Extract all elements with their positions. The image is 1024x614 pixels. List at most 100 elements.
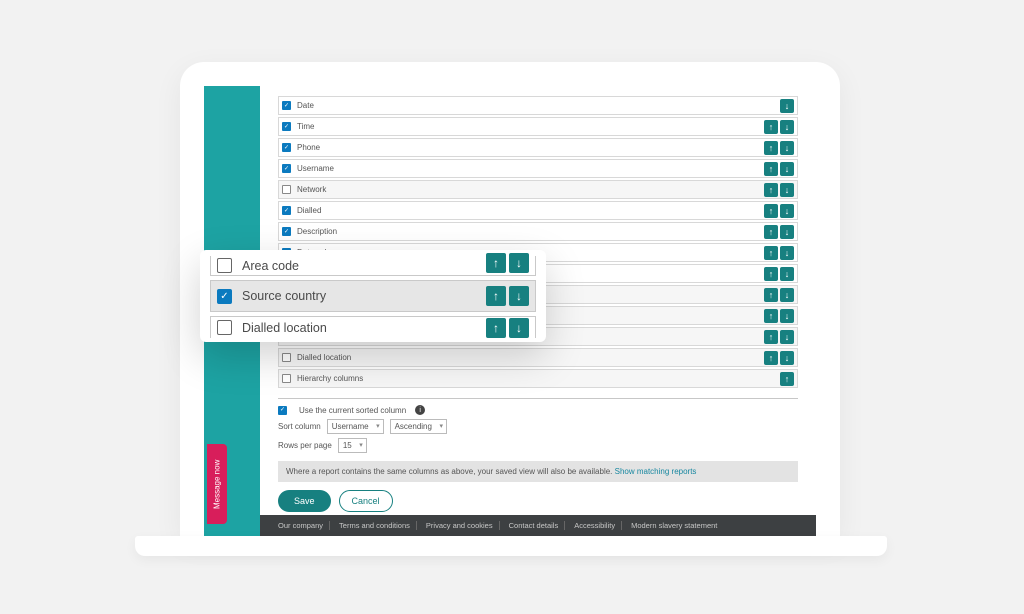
reorder-controls: ↑↓ <box>764 225 794 239</box>
column-row[interactable]: Phone↑↓ <box>278 138 798 157</box>
zoom-reorder-controls: ↑↓ <box>486 318 529 338</box>
zoom-column-label: Dialled location <box>242 321 327 335</box>
move-up-icon[interactable]: ↑ <box>486 253 506 273</box>
reorder-controls: ↑↓ <box>764 204 794 218</box>
show-matching-reports-link[interactable]: Show matching reports <box>615 467 697 476</box>
zoom-column-row[interactable]: Dialled location ↑↓ <box>210 316 536 338</box>
column-checkbox[interactable] <box>282 122 291 131</box>
reorder-controls: ↑↓ <box>764 141 794 155</box>
footer-link[interactable]: Modern slavery statement <box>625 521 723 530</box>
move-down-icon[interactable]: ↓ <box>780 330 794 344</box>
move-down-icon[interactable]: ↓ <box>780 99 794 113</box>
divider <box>278 398 798 399</box>
move-up-icon[interactable]: ↑ <box>764 351 778 365</box>
column-checkbox[interactable] <box>282 206 291 215</box>
zoom-column-row[interactable]: Area code ↑↓ <box>210 256 536 276</box>
matching-reports-notice: Where a report contains the same columns… <box>278 461 798 482</box>
use-current-sort-checkbox[interactable] <box>278 406 287 415</box>
message-now-tab[interactable]: Message now <box>207 444 227 524</box>
column-row[interactable]: Username↑↓ <box>278 159 798 178</box>
reorder-controls: ↑↓ <box>764 246 794 260</box>
column-row[interactable]: Hierarchy columns ↑ <box>278 369 798 388</box>
zoom-reorder-controls: ↑↓ <box>486 253 529 273</box>
move-up-icon[interactable]: ↑ <box>764 225 778 239</box>
sort-column-select[interactable]: Username <box>327 419 384 434</box>
column-row[interactable]: Description ↑↓ <box>278 222 798 241</box>
reorder-controls: ↑↓ <box>764 267 794 281</box>
footer-link[interactable]: Our company <box>272 521 330 530</box>
info-icon[interactable]: i <box>415 405 425 415</box>
zoom-column-label: Source country <box>242 289 326 303</box>
move-up-icon[interactable]: ↑ <box>764 309 778 323</box>
move-down-icon[interactable]: ↓ <box>509 253 529 273</box>
sort-direction-select[interactable]: Ascending <box>390 419 447 434</box>
column-checkbox[interactable] <box>282 164 291 173</box>
column-checkbox[interactable] <box>282 143 291 152</box>
move-down-icon[interactable]: ↓ <box>780 204 794 218</box>
footer-link[interactable]: Accessibility <box>568 521 622 530</box>
move-up-icon[interactable]: ↑ <box>764 204 778 218</box>
move-down-icon[interactable]: ↓ <box>780 120 794 134</box>
move-up-icon[interactable]: ↑ <box>764 183 778 197</box>
move-up-icon[interactable]: ↑ <box>780 372 794 386</box>
move-up-icon[interactable]: ↑ <box>486 286 506 306</box>
rows-per-page-select[interactable]: 15 <box>338 438 367 453</box>
rows-per-page-label: Rows per page <box>278 441 332 450</box>
column-checkbox[interactable] <box>282 185 291 194</box>
move-down-icon[interactable]: ↓ <box>780 162 794 176</box>
move-up-icon[interactable]: ↑ <box>764 288 778 302</box>
footer-link[interactable]: Privacy and cookies <box>420 521 500 530</box>
column-label: Date <box>297 101 314 110</box>
zoom-column-label: Area code <box>242 259 299 273</box>
move-up-icon[interactable]: ↑ <box>764 120 778 134</box>
column-row[interactable]: Network ↑↓ <box>278 180 798 199</box>
move-down-icon[interactable]: ↓ <box>509 286 529 306</box>
move-up-icon[interactable]: ↑ <box>764 246 778 260</box>
move-down-icon[interactable]: ↓ <box>780 267 794 281</box>
column-label: Network <box>297 185 326 194</box>
move-down-icon[interactable]: ↓ <box>780 225 794 239</box>
move-up-icon[interactable]: ↑ <box>764 141 778 155</box>
notice-text: Where a report contains the same columns… <box>286 467 615 476</box>
zoom-column-checkbox[interactable] <box>217 320 232 335</box>
column-row[interactable]: Dialled↑↓ <box>278 201 798 220</box>
column-order-list: Date↓Time↑↓Phone↑↓Username↑↓Network↑↓Dia… <box>278 96 798 388</box>
column-row[interactable]: Date ↓ <box>278 96 798 115</box>
reorder-controls: ↑↓ <box>764 183 794 197</box>
move-down-icon[interactable]: ↓ <box>780 183 794 197</box>
zoom-column-row[interactable]: Source country ↑↓ <box>210 280 536 312</box>
footer-link[interactable]: Terms and conditions <box>333 521 417 530</box>
move-up-icon[interactable]: ↑ <box>764 330 778 344</box>
zoom-column-checkbox[interactable] <box>217 289 232 304</box>
column-row[interactable]: Time ↑↓ <box>278 117 798 136</box>
column-label: Description <box>297 227 337 236</box>
column-label: Hierarchy columns <box>297 374 363 383</box>
footer-link[interactable]: Contact details <box>503 521 566 530</box>
cancel-button[interactable]: Cancel <box>339 490 393 512</box>
move-down-icon[interactable]: ↓ <box>780 141 794 155</box>
move-down-icon[interactable]: ↓ <box>780 246 794 260</box>
sort-column-label: Sort column <box>278 422 321 431</box>
move-up-icon[interactable]: ↑ <box>764 162 778 176</box>
zoom-overlay: Area code↑↓Source country↑↓Dialled locat… <box>200 250 546 342</box>
column-checkbox[interactable] <box>282 101 291 110</box>
move-up-icon[interactable]: ↑ <box>486 318 506 338</box>
move-up-icon[interactable]: ↑ <box>764 267 778 281</box>
reorder-controls: ↑ <box>780 372 794 386</box>
column-checkbox[interactable] <box>282 353 291 362</box>
column-label: Time <box>297 122 314 131</box>
reorder-controls: ↑↓ <box>764 288 794 302</box>
zoom-column-checkbox[interactable] <box>217 258 232 273</box>
reorder-controls: ↓ <box>780 99 794 113</box>
move-down-icon[interactable]: ↓ <box>509 318 529 338</box>
reorder-controls: ↑↓ <box>764 162 794 176</box>
column-row[interactable]: Dialled location↑↓ <box>278 348 798 367</box>
move-down-icon[interactable]: ↓ <box>780 288 794 302</box>
device-base <box>135 536 887 556</box>
footer-nav: Our companyTerms and conditionsPrivacy a… <box>260 515 816 536</box>
column-checkbox[interactable] <box>282 227 291 236</box>
save-button[interactable]: Save <box>278 490 331 512</box>
move-down-icon[interactable]: ↓ <box>780 351 794 365</box>
move-down-icon[interactable]: ↓ <box>780 309 794 323</box>
column-checkbox[interactable] <box>282 374 291 383</box>
